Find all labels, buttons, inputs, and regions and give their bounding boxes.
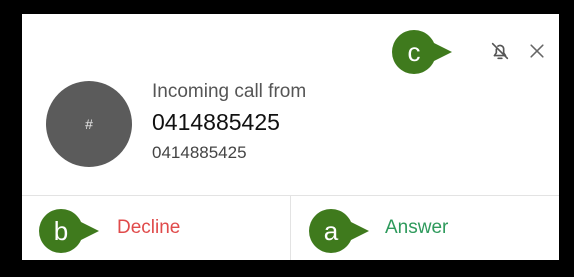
annotation-marker-c: c [392,30,452,74]
answer-label: Answer [385,217,449,238]
toast-actions [489,40,547,62]
close-icon[interactable] [527,41,547,61]
annotation-marker-b: b [39,209,99,253]
avatar: # [46,81,132,167]
incoming-call-label: Incoming call from [152,81,307,102]
marker-b-label: b [53,215,69,246]
marker-c-label: c [407,36,421,67]
decline-label: Decline [117,217,181,238]
avatar-text: # [85,116,93,132]
caller-name: 0414885425 [152,109,280,135]
marker-a-label: a [323,215,339,246]
screenshot-frame: # Incoming call from 0414885425 04148854… [0,0,574,277]
annotation-marker-a: a [309,209,369,253]
call-actions-bar: Decline Answer [22,195,559,260]
caller-info: Incoming call from 0414885425 0414885425 [152,81,306,163]
incoming-call-toast: # Incoming call from 0414885425 04148854… [22,14,559,260]
bell-off-icon[interactable] [489,40,511,62]
caller-number: 0414885425 [152,143,247,162]
